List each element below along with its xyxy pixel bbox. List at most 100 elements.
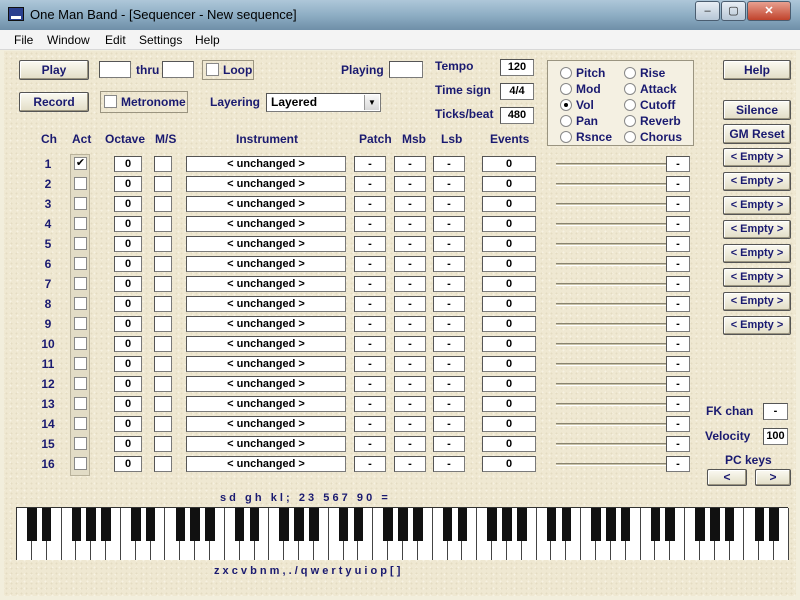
black-key[interactable] <box>413 508 423 541</box>
controller-value-field[interactable]: - <box>666 376 690 392</box>
black-key[interactable] <box>101 508 111 541</box>
controller-slider[interactable] <box>556 163 666 166</box>
ms-field[interactable] <box>154 376 172 392</box>
msb-field[interactable]: - <box>394 336 426 352</box>
instrument-field[interactable]: < unchanged > <box>186 356 346 372</box>
octave-field[interactable]: 0 <box>114 396 142 412</box>
black-key[interactable] <box>665 508 675 541</box>
msb-field[interactable]: - <box>394 416 426 432</box>
controller-slider[interactable] <box>556 363 666 366</box>
black-key[interactable] <box>41 508 52 541</box>
controller-slider[interactable] <box>556 463 666 466</box>
controller-slider[interactable] <box>556 183 666 186</box>
instrument-field[interactable]: < unchanged > <box>186 296 346 312</box>
controller-slider[interactable] <box>556 263 666 266</box>
events-field[interactable]: 0 <box>482 336 536 352</box>
metronome-checkbox[interactable] <box>104 95 117 108</box>
ms-field[interactable] <box>154 456 172 472</box>
act-checkbox[interactable] <box>74 397 87 410</box>
preset-button[interactable]: < Empty > <box>723 172 791 191</box>
preset-button[interactable]: < Empty > <box>723 196 791 215</box>
controller-value-field[interactable]: - <box>666 236 690 252</box>
events-field[interactable]: 0 <box>482 436 536 452</box>
patch-field[interactable]: - <box>354 276 386 292</box>
menu-settings[interactable]: Settings <box>139 33 182 47</box>
radio-rsnce[interactable] <box>560 131 572 143</box>
lsb-field[interactable]: - <box>433 296 465 312</box>
preset-button[interactable]: < Empty > <box>723 292 791 311</box>
controller-value-field[interactable]: - <box>666 436 690 452</box>
patch-field[interactable]: - <box>354 396 386 412</box>
ms-field[interactable] <box>154 196 172 212</box>
black-key[interactable] <box>517 508 527 541</box>
pc-keys-right-button[interactable]: > <box>755 469 791 486</box>
radio-mod[interactable] <box>560 83 572 95</box>
black-key[interactable] <box>487 508 497 541</box>
black-key[interactable] <box>606 508 616 541</box>
events-field[interactable]: 0 <box>482 276 536 292</box>
msb-field[interactable]: - <box>394 196 426 212</box>
controller-value-field[interactable]: - <box>666 276 690 292</box>
patch-field[interactable]: - <box>354 436 386 452</box>
instrument-field[interactable]: < unchanged > <box>186 236 346 252</box>
ms-field[interactable] <box>154 356 172 372</box>
black-key[interactable] <box>695 508 705 541</box>
menu-edit[interactable]: Edit <box>105 33 126 47</box>
octave-field[interactable]: 0 <box>114 236 142 252</box>
radio-reverb[interactable] <box>624 115 636 127</box>
maximize-button[interactable]: ▢ <box>721 1 746 21</box>
controller-slider[interactable] <box>556 443 666 446</box>
black-key[interactable] <box>279 508 289 541</box>
black-key[interactable] <box>205 508 215 541</box>
lsb-field[interactable]: - <box>433 316 465 332</box>
black-key[interactable] <box>457 508 468 541</box>
events-field[interactable]: 0 <box>482 216 536 232</box>
play-thru-field[interactable] <box>162 61 194 78</box>
controller-slider[interactable] <box>556 283 666 286</box>
msb-field[interactable]: - <box>394 396 426 412</box>
controller-slider[interactable] <box>556 423 666 426</box>
octave-field[interactable]: 0 <box>114 436 142 452</box>
ms-field[interactable] <box>154 436 172 452</box>
lsb-field[interactable]: - <box>433 256 465 272</box>
patch-field[interactable]: - <box>354 216 386 232</box>
controller-value-field[interactable]: - <box>666 336 690 352</box>
black-key[interactable] <box>71 508 82 541</box>
act-checkbox[interactable] <box>74 357 87 370</box>
black-key[interactable] <box>353 508 364 541</box>
black-key[interactable] <box>546 508 557 541</box>
layering-select[interactable]: Layered ▼ <box>266 93 381 112</box>
controller-slider[interactable] <box>556 223 666 226</box>
octave-field[interactable]: 0 <box>114 316 142 332</box>
black-key[interactable] <box>86 508 96 541</box>
fk-chan-field[interactable]: - <box>763 403 788 420</box>
time-sign-field[interactable]: 4/4 <box>500 83 534 100</box>
msb-field[interactable]: - <box>394 256 426 272</box>
menu-file[interactable]: File <box>14 33 33 47</box>
events-field[interactable]: 0 <box>482 256 536 272</box>
octave-field[interactable]: 0 <box>114 156 142 172</box>
act-checkbox[interactable] <box>74 337 87 350</box>
ms-field[interactable] <box>154 316 172 332</box>
black-key[interactable] <box>591 508 601 541</box>
help-button[interactable]: Help <box>723 60 791 80</box>
act-checkbox[interactable] <box>74 237 87 250</box>
lsb-field[interactable]: - <box>433 336 465 352</box>
act-checkbox[interactable] <box>74 217 87 230</box>
instrument-field[interactable]: < unchanged > <box>186 216 346 232</box>
octave-field[interactable]: 0 <box>114 256 142 272</box>
events-field[interactable]: 0 <box>482 176 536 192</box>
instrument-field[interactable]: < unchanged > <box>186 316 346 332</box>
menu-window[interactable]: Window <box>47 33 90 47</box>
act-checkbox[interactable]: ✔ <box>74 157 87 170</box>
act-checkbox[interactable] <box>74 257 87 270</box>
radio-chorus[interactable] <box>624 131 636 143</box>
msb-field[interactable]: - <box>394 216 426 232</box>
ms-field[interactable] <box>154 176 172 192</box>
radio-rise[interactable] <box>624 67 636 79</box>
ms-field[interactable] <box>154 396 172 412</box>
controller-value-field[interactable]: - <box>666 396 690 412</box>
events-field[interactable]: 0 <box>482 156 536 172</box>
black-key[interactable] <box>131 508 141 541</box>
minimize-button[interactable]: – <box>695 1 720 21</box>
